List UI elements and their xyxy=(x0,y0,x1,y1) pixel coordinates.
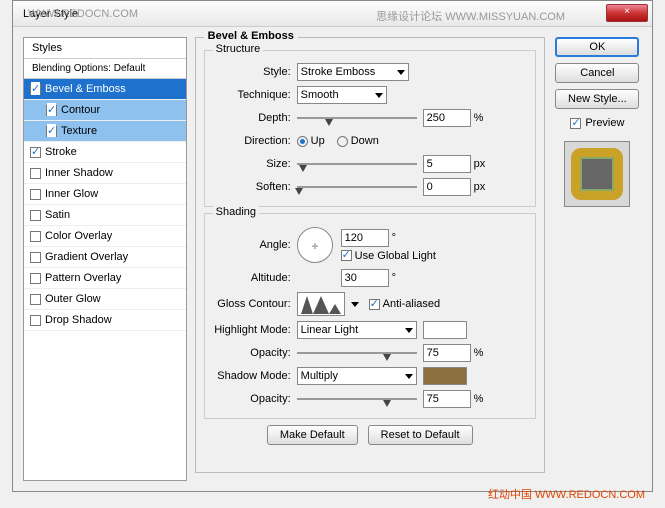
new-style-button[interactable]: New Style... xyxy=(555,89,639,109)
close-button[interactable]: × xyxy=(606,4,648,22)
style-item-color-overlay[interactable]: Color Overlay xyxy=(24,226,186,247)
style-item-pattern-overlay[interactable]: Pattern Overlay xyxy=(24,268,186,289)
style-item-drop-shadow[interactable]: Drop Shadow xyxy=(24,310,186,331)
style-checkbox[interactable] xyxy=(30,189,41,200)
style-checkbox[interactable] xyxy=(30,210,41,221)
style-item-outer-glow[interactable]: Outer Glow xyxy=(24,289,186,310)
layer-style-dialog: Layer Style × Styles Blending Options: D… xyxy=(12,0,653,492)
ok-button[interactable]: OK xyxy=(555,37,639,57)
style-item-label: Inner Glow xyxy=(45,188,98,200)
altitude-input[interactable]: 30 xyxy=(341,269,389,287)
shading-legend: Shading xyxy=(213,206,259,218)
style-item-stroke[interactable]: Stroke xyxy=(24,142,186,163)
size-label: Size: xyxy=(211,158,297,170)
panel-title: Bevel & Emboss xyxy=(204,30,298,42)
preview-thumbnail xyxy=(564,141,630,207)
style-item-inner-shadow[interactable]: Inner Shadow xyxy=(24,163,186,184)
watermark-bottom: 红动中国 WWW.REDOCN.COM xyxy=(488,486,645,502)
shadow-opacity-label: Opacity: xyxy=(211,393,297,405)
right-buttons: OK Cancel New Style... Preview xyxy=(553,37,642,481)
antialiased-checkbox[interactable] xyxy=(369,299,380,310)
style-checkbox[interactable] xyxy=(30,231,41,242)
preview-checkbox[interactable] xyxy=(570,118,581,129)
style-checkbox[interactable] xyxy=(30,273,41,284)
soften-input[interactable]: 0 xyxy=(423,178,471,196)
depth-input[interactable]: 250 xyxy=(423,109,471,127)
style-item-label: Bevel & Emboss xyxy=(45,83,126,95)
angle-input[interactable]: 120 xyxy=(341,229,389,247)
altitude-label: Altitude: xyxy=(211,272,297,284)
soften-slider[interactable] xyxy=(297,180,417,194)
style-item-label: Satin xyxy=(45,209,70,221)
style-item-inner-glow[interactable]: Inner Glow xyxy=(24,184,186,205)
technique-label: Technique: xyxy=(211,89,297,101)
structure-legend: Structure xyxy=(213,43,264,55)
styles-header[interactable]: Styles xyxy=(24,38,186,59)
style-item-gradient-overlay[interactable]: Gradient Overlay xyxy=(24,247,186,268)
chevron-down-icon xyxy=(375,93,383,98)
size-slider[interactable] xyxy=(297,157,417,171)
angle-label: Angle: xyxy=(211,239,297,251)
cancel-button[interactable]: Cancel xyxy=(555,63,639,83)
style-checkbox[interactable] xyxy=(30,252,41,263)
chevron-down-icon xyxy=(405,328,413,333)
style-checkbox[interactable] xyxy=(30,84,41,95)
reset-default-button[interactable]: Reset to Default xyxy=(368,425,473,445)
highlight-opacity-slider[interactable] xyxy=(297,346,417,360)
style-item-label: Contour xyxy=(61,104,100,116)
style-item-label: Pattern Overlay xyxy=(45,272,121,284)
style-item-satin[interactable]: Satin xyxy=(24,205,186,226)
style-item-label: Texture xyxy=(61,125,97,137)
style-checkbox[interactable] xyxy=(30,147,41,158)
style-item-label: Inner Shadow xyxy=(45,167,113,179)
style-item-label: Color Overlay xyxy=(45,230,112,242)
style-checkbox[interactable] xyxy=(30,315,41,326)
shadow-mode-combo[interactable]: Multiply xyxy=(297,367,417,385)
gloss-contour-label: Gloss Contour: xyxy=(211,298,297,310)
shadow-opacity-input[interactable]: 75 xyxy=(423,390,471,408)
depth-label: Depth: xyxy=(211,112,297,124)
style-item-label: Gradient Overlay xyxy=(45,251,128,263)
blending-options[interactable]: Blending Options: Default xyxy=(24,59,186,79)
style-item-label: Stroke xyxy=(45,146,77,158)
make-default-button[interactable]: Make Default xyxy=(267,425,358,445)
watermark-top-right: 思缘设计论坛 WWW.MISSYUAN.COM xyxy=(376,8,565,24)
highlight-opacity-label: Opacity: xyxy=(211,347,297,359)
chevron-down-icon xyxy=(405,374,413,379)
direction-down-radio[interactable] xyxy=(337,136,348,147)
style-label: Style: xyxy=(211,66,297,78)
style-checkbox[interactable] xyxy=(46,105,57,116)
chevron-down-icon xyxy=(397,70,405,75)
settings-panel: Bevel & Emboss Structure Style: Stroke E… xyxy=(195,37,545,481)
gloss-contour-picker[interactable] xyxy=(297,292,345,316)
global-light-checkbox[interactable] xyxy=(341,250,352,261)
angle-wheel[interactable]: ✛ xyxy=(297,227,333,263)
direction-up-radio[interactable] xyxy=(297,136,308,147)
style-combo[interactable]: Stroke Emboss xyxy=(297,63,409,81)
style-item-texture[interactable]: Texture xyxy=(24,121,186,142)
shadow-mode-label: Shadow Mode: xyxy=(211,370,297,382)
style-checkbox[interactable] xyxy=(30,294,41,305)
size-input[interactable]: 5 xyxy=(423,155,471,173)
style-checkbox[interactable] xyxy=(30,168,41,179)
shadow-color-swatch[interactable] xyxy=(423,367,467,385)
direction-label: Direction: xyxy=(211,135,297,147)
highlight-color-swatch[interactable] xyxy=(423,321,467,339)
highlight-mode-combo[interactable]: Linear Light xyxy=(297,321,417,339)
highlight-opacity-input[interactable]: 75 xyxy=(423,344,471,362)
style-item-label: Drop Shadow xyxy=(45,314,112,326)
shadow-opacity-slider[interactable] xyxy=(297,392,417,406)
highlight-mode-label: Highlight Mode: xyxy=(211,324,297,336)
technique-combo[interactable]: Smooth xyxy=(297,86,387,104)
chevron-down-icon[interactable] xyxy=(351,302,359,307)
soften-label: Soften: xyxy=(211,181,297,193)
style-item-contour[interactable]: Contour xyxy=(24,100,186,121)
watermark-top-left: WWW.REDOCN.COM xyxy=(28,8,138,20)
style-item-label: Outer Glow xyxy=(45,293,101,305)
depth-slider[interactable] xyxy=(297,111,417,125)
styles-list: Styles Blending Options: Default Bevel &… xyxy=(23,37,187,481)
style-checkbox[interactable] xyxy=(46,126,57,137)
style-item-bevel-emboss[interactable]: Bevel & Emboss xyxy=(24,79,186,100)
